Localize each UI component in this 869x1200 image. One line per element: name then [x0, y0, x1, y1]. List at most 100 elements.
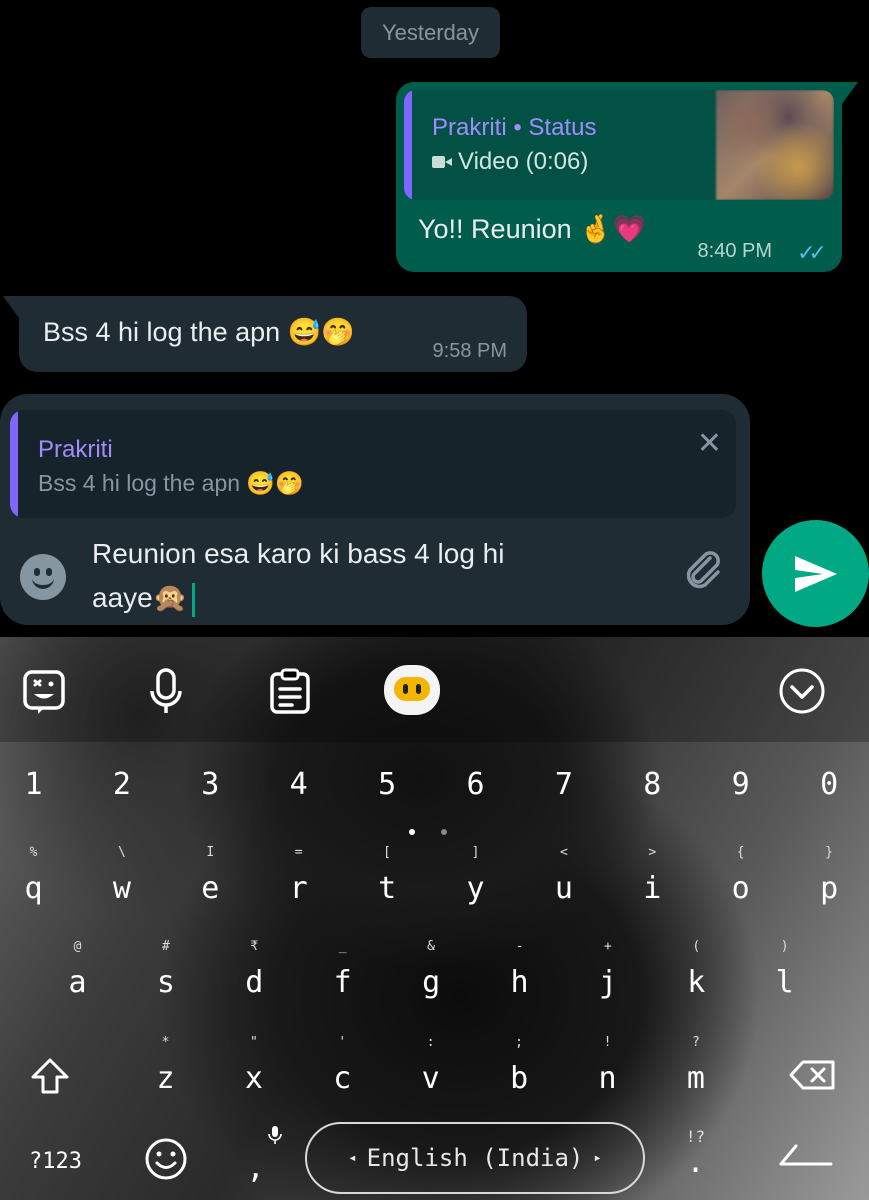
key-hint: #: [161, 939, 170, 954]
key-label: k: [687, 965, 706, 1000]
emoji-icon[interactable]: [20, 554, 66, 600]
space-language-label: English (India): [366, 1144, 584, 1172]
key-a[interactable]: @ a: [34, 939, 121, 1009]
key-hint: >: [648, 845, 657, 860]
key-label: e: [201, 871, 220, 906]
key-f[interactable]: _ f: [299, 939, 386, 1009]
key-num-4[interactable]: 4: [255, 767, 342, 837]
key-label: 7: [554, 767, 573, 802]
sticker-icon[interactable]: [20, 667, 68, 715]
reply-bar: [10, 410, 18, 518]
key-m[interactable]: ? m: [652, 1035, 739, 1105]
key-t[interactable]: [t: [344, 845, 431, 915]
key-num-2[interactable]: 2: [78, 767, 165, 837]
key-hint: <: [559, 845, 568, 860]
message-input[interactable]: Reunion esa karo ki bass 4 log hi aaye🙊: [92, 532, 652, 620]
text-caret: [191, 582, 195, 617]
quote-media-info: Video (0:06): [432, 148, 588, 176]
send-button[interactable]: [762, 520, 869, 627]
reply-preview[interactable]: Prakriti Bss 4 hi log the apn 😅🤭 ✕: [10, 410, 736, 518]
key-label: x: [244, 1061, 263, 1096]
key-n[interactable]: ! n: [564, 1035, 651, 1105]
compose-box: Prakriti Bss 4 hi log the apn 😅🤭 ✕ Reuni…: [0, 394, 750, 625]
key-hint: ;: [515, 1035, 523, 1050]
outgoing-message-time: 8:40 PM: [697, 240, 772, 262]
outgoing-message[interactable]: Prakriti • Status Video (0:06) Yo!! Reun…: [396, 82, 858, 272]
close-reply-icon[interactable]: ✕: [697, 426, 722, 461]
key-hint: \: [117, 845, 126, 860]
key-o[interactable]: {o: [697, 845, 784, 915]
key-label: f: [333, 965, 352, 1000]
keyboard: 1 2 3 4 5 6 7 8 9 0% q \ w Ie = r[t] y < u > i{o} p @ a # s ₹ d _ f & g…: [0, 637, 869, 1200]
key-j[interactable]: + j: [564, 939, 651, 1009]
key-h[interactable]: -h: [476, 939, 563, 1009]
comma-key[interactable]: ,: [212, 1125, 299, 1186]
key-num-0[interactable]: 0: [786, 767, 869, 837]
key-hint: ]: [471, 845, 480, 860]
language-left-icon: ◂: [348, 1150, 357, 1166]
key-r[interactable]: = r: [255, 845, 342, 915]
key-num-9[interactable]: 9: [697, 767, 784, 837]
key-hint: ': [338, 1035, 347, 1050]
key-w[interactable]: \ w: [78, 845, 165, 915]
key-q[interactable]: % q: [0, 845, 77, 915]
mic-small-icon: [268, 1126, 282, 1144]
period-key[interactable]: !? .: [652, 1127, 739, 1187]
read-ticks-icon: ✓✓: [797, 240, 827, 265]
key-label: 8: [643, 767, 662, 802]
key-y[interactable]: ] y: [432, 845, 519, 915]
key-label: 9: [731, 767, 750, 802]
key-label: h: [510, 965, 529, 1000]
key-hint: ): [780, 939, 789, 954]
status-thumbnail[interactable]: [716, 90, 834, 200]
key-c[interactable]: ' c: [299, 1035, 386, 1105]
astronaut-emoji-icon[interactable]: [384, 665, 440, 715]
key-hint: !: [603, 1035, 612, 1050]
key-hint: [: [383, 845, 391, 860]
key-s[interactable]: # s: [122, 939, 209, 1009]
key-label: g: [422, 965, 441, 1000]
key-label: 4: [289, 767, 308, 802]
incoming-message[interactable]: Bss 4 hi log the apn 😅🤭 9:58 PM: [3, 296, 527, 372]
key-e[interactable]: Ie: [167, 845, 254, 915]
date-chip: Yesterday: [361, 7, 500, 58]
key-d[interactable]: ₹ d: [211, 939, 298, 1009]
key-label: r: [289, 871, 308, 906]
key-x[interactable]: " x: [210, 1035, 297, 1105]
key-hint: =: [294, 845, 303, 860]
key-i[interactable]: > i: [609, 845, 696, 915]
microphone-icon[interactable]: [142, 667, 190, 715]
key-hint: @: [73, 939, 82, 954]
language-right-icon: ▸: [593, 1150, 602, 1166]
key-num-1[interactable]: 1: [0, 767, 77, 837]
key-k[interactable]: (k: [653, 939, 740, 1009]
clipboard-icon[interactable]: [266, 667, 314, 715]
quoted-status[interactable]: Prakriti • Status Video (0:06): [404, 90, 834, 200]
space-bar[interactable]: ◂ English (India) ▸: [305, 1122, 645, 1194]
outgoing-message-text: Yo!! Reunion 🤞💗: [418, 214, 647, 244]
key-label: 5: [378, 767, 397, 802]
key-hint: _: [338, 939, 347, 954]
keyboard-toolbar: [0, 637, 869, 742]
paperclip-icon[interactable]: [678, 544, 726, 592]
key-b[interactable]: ; b: [476, 1035, 563, 1105]
collapse-keyboard-icon[interactable]: [778, 667, 826, 715]
key-l[interactable]: ) l: [741, 939, 828, 1009]
key-u[interactable]: < u: [520, 845, 607, 915]
key-v[interactable]: :v: [387, 1035, 474, 1105]
video-icon: [432, 155, 452, 169]
key-num-3[interactable]: 3: [167, 767, 254, 837]
key-label: w: [112, 871, 131, 906]
key-num-8[interactable]: 8: [609, 767, 696, 837]
key-z[interactable]: * z: [122, 1035, 209, 1105]
key-hint: -: [515, 939, 524, 954]
key-p[interactable]: } p: [786, 845, 869, 915]
key-label: v: [421, 1061, 440, 1096]
incoming-message-text: Bss 4 hi log the apn 😅🤭: [43, 317, 355, 347]
key-label: 6: [466, 767, 485, 802]
key-hint: (: [692, 939, 701, 954]
key-g[interactable]: & g: [388, 939, 475, 1009]
quote-bar: [404, 90, 412, 200]
key-label: c: [333, 1061, 352, 1096]
key-num-7[interactable]: 7: [520, 767, 607, 837]
